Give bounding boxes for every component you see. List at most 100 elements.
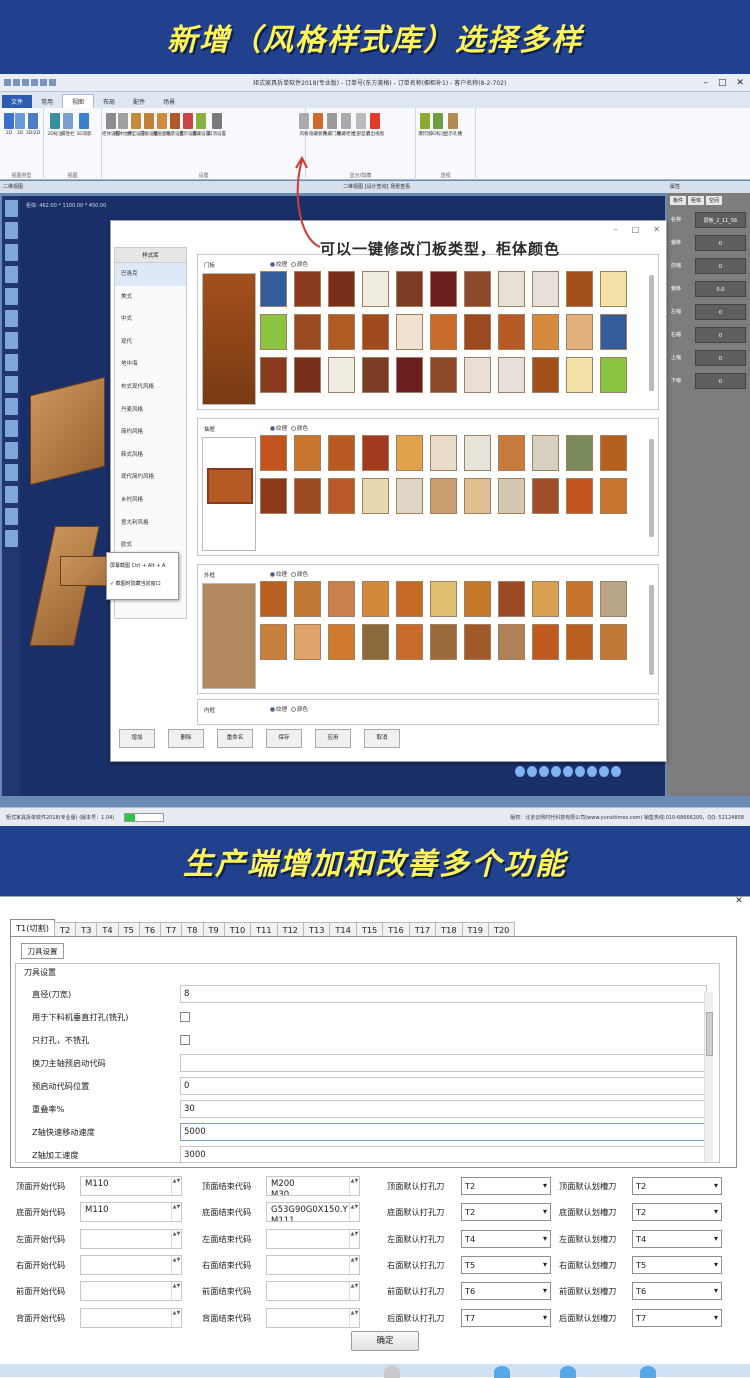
start-code-input[interactable]: ▲▼ [80, 1307, 182, 1328]
tool-tab[interactable]: T14 [329, 922, 357, 936]
ribbon-button[interactable]: 3D标注 [430, 113, 446, 139]
material-swatch[interactable] [260, 435, 287, 471]
ok-button[interactable]: 确定 [351, 1331, 419, 1351]
material-swatch[interactable] [328, 271, 355, 307]
style-list-item[interactable]: 地中海 [115, 353, 186, 376]
material-swatch[interactable] [532, 435, 559, 471]
material-swatch[interactable] [362, 478, 389, 514]
material-swatch[interactable] [430, 581, 457, 617]
zoom-out-icon[interactable] [527, 766, 537, 777]
slot-tool-select[interactable]: T4 [632, 1229, 722, 1248]
cabinet-icon[interactable] [4, 420, 18, 437]
material-swatch[interactable] [260, 581, 287, 617]
property-value[interactable]: 层板_2_11_56 [695, 211, 746, 228]
material-swatch[interactable] [294, 478, 321, 514]
props-tab[interactable]: 板件 [670, 196, 687, 205]
tool-field-input[interactable]: 30 [180, 1100, 707, 1118]
spinner-icon[interactable]: ▲▼ [349, 1282, 359, 1301]
spinner-icon[interactable]: ▲▼ [349, 1203, 359, 1222]
tool-tab[interactable]: T6 [138, 922, 162, 936]
material-swatch[interactable] [498, 271, 525, 307]
property-value[interactable]: 0 [695, 257, 746, 274]
material-swatch[interactable] [294, 435, 321, 471]
props-tab[interactable]: 空间 [706, 196, 723, 205]
material-swatch[interactable] [566, 478, 593, 514]
material-swatch[interactable] [532, 271, 559, 307]
material-swatch[interactable] [532, 581, 559, 617]
dialog-button[interactable]: 重命名 [217, 729, 253, 748]
spinner-icon[interactable]: ▲▼ [349, 1229, 359, 1248]
zoom-in-icon[interactable] [515, 766, 525, 777]
ribbon-button[interactable]: 取消设置 [208, 113, 226, 139]
material-swatch[interactable] [362, 314, 389, 350]
maximize-icon[interactable]: □ [718, 78, 727, 88]
light-icon[interactable] [4, 508, 18, 525]
tool-field-input[interactable]: 3000 [180, 1146, 707, 1162]
drill-tool-select[interactable]: T6 [461, 1282, 551, 1301]
material-swatch[interactable] [464, 357, 491, 393]
material-swatch[interactable] [430, 478, 457, 514]
section-scrollbar[interactable] [649, 275, 654, 391]
font-up-icon[interactable] [563, 766, 573, 777]
slot-tool-select[interactable]: T7 [632, 1308, 722, 1327]
cloud-icon[interactable] [494, 1366, 510, 1378]
material-swatch[interactable] [396, 357, 423, 393]
material-swatch[interactable] [260, 271, 287, 307]
tab-scene[interactable]: 场景 [154, 95, 184, 108]
checkbox[interactable] [180, 1012, 190, 1022]
material-swatch[interactable] [600, 624, 627, 660]
material-swatch[interactable] [260, 624, 287, 660]
material-swatch[interactable] [498, 435, 525, 471]
tool-tab[interactable]: T8 [181, 922, 204, 936]
minimize-icon[interactable]: – [614, 225, 618, 234]
ribbon-button[interactable]: 爆炸图 [418, 113, 432, 139]
ribbon-button[interactable]: 属性栏 [61, 113, 75, 139]
spinner-icon[interactable]: ▲▼ [171, 1256, 181, 1275]
material-swatch[interactable] [396, 435, 423, 471]
drawer-icon[interactable] [4, 376, 18, 393]
material-swatch[interactable] [430, 314, 457, 350]
start-code-input[interactable]: M110 ▲▼ [80, 1202, 182, 1223]
ribbon-button[interactable]: 隐藏柜体 [337, 113, 355, 139]
cabinet-model[interactable] [29, 526, 100, 646]
radio-icon[interactable] [270, 426, 275, 431]
shelf-icon[interactable] [4, 486, 18, 503]
tab-layout[interactable]: 布局 [94, 95, 124, 108]
slot-tool-select[interactable]: T6 [632, 1282, 722, 1301]
panel-icon[interactable] [4, 332, 18, 349]
tool-field-input[interactable] [180, 1054, 707, 1072]
material-swatch[interactable] [260, 314, 287, 350]
material-swatch[interactable] [294, 581, 321, 617]
tool-tab[interactable]: T17 [408, 922, 437, 936]
props-tab[interactable]: 柜体 [688, 196, 705, 205]
close-icon[interactable]: ✕ [736, 78, 744, 88]
material-swatch[interactable] [600, 314, 627, 350]
style-list-item[interactable]: 现代 [115, 331, 186, 354]
ribbon-button[interactable]: 隐藏板件 [309, 113, 327, 139]
material-swatch[interactable] [498, 478, 525, 514]
grid-icon[interactable] [4, 354, 18, 371]
style-list-item[interactable]: 中式 [115, 308, 186, 331]
drill-tool-select[interactable]: T4 [461, 1229, 551, 1248]
spinner-icon[interactable]: ▲▼ [349, 1308, 359, 1327]
radio-icon[interactable] [270, 262, 275, 267]
material-swatch[interactable] [362, 581, 389, 617]
material-swatch[interactable] [294, 314, 321, 350]
tool-tab[interactable]: T16 [382, 922, 410, 936]
end-code-input[interactable]: ▲▼ [266, 1281, 360, 1302]
rotate-icon[interactable] [4, 266, 18, 283]
spinner-icon[interactable]: ▲▼ [171, 1177, 181, 1196]
material-swatch[interactable] [430, 271, 457, 307]
material-swatch[interactable] [600, 271, 627, 307]
tool-tab[interactable]: T10 [223, 922, 252, 936]
tool-tab[interactable]: T11 [250, 922, 278, 936]
material-swatch[interactable] [566, 271, 593, 307]
property-value[interactable]: 0.0 [695, 280, 746, 297]
drill-tool-select[interactable]: T2 [461, 1177, 551, 1196]
material-swatch[interactable] [328, 314, 355, 350]
property-value[interactable]: 0 [695, 234, 746, 251]
material-swatch[interactable] [464, 478, 491, 514]
cloud-icon[interactable] [640, 1366, 656, 1378]
tab-view[interactable]: 视图 [62, 94, 95, 108]
radio-icon[interactable] [270, 707, 275, 712]
